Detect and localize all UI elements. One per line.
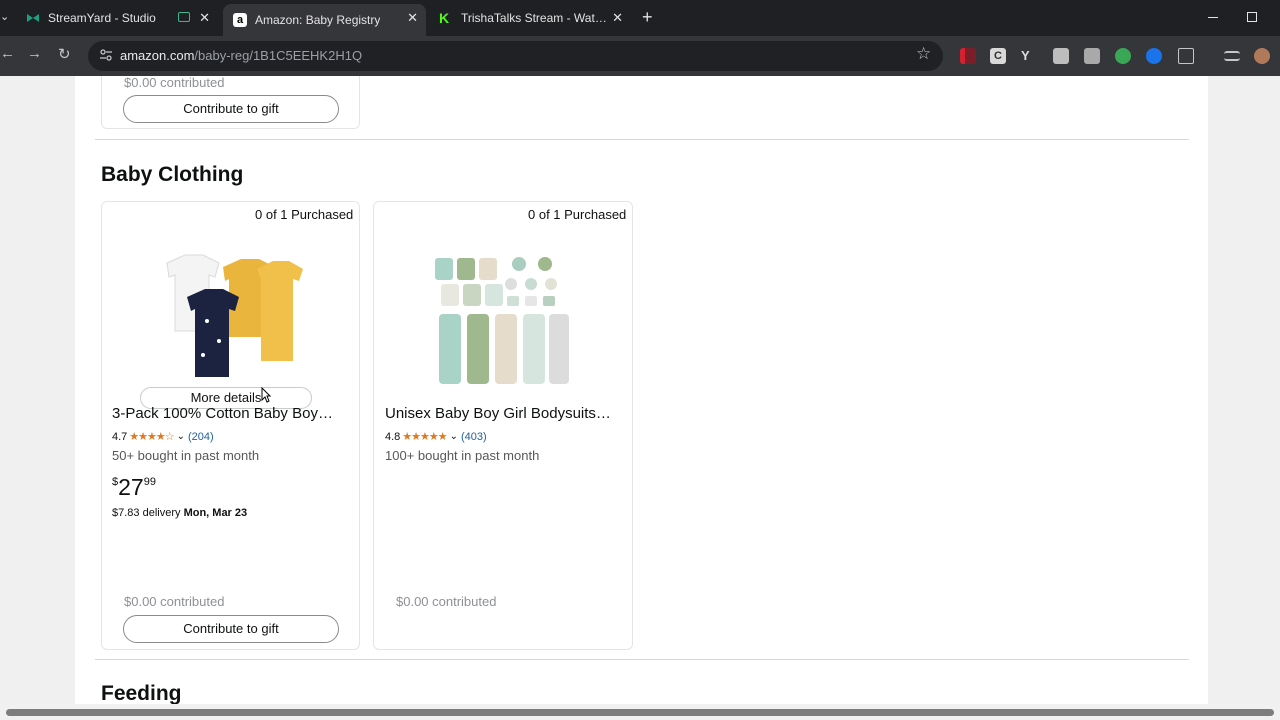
extension-grey-icon[interactable] [1053, 48, 1069, 64]
extension-red-icon[interactable] [960, 48, 976, 64]
contribute-to-gift-button[interactable]: Contribute to gift [123, 615, 339, 643]
rating-value: 4.8 [385, 430, 401, 443]
extension-grey2-icon[interactable] [1084, 48, 1100, 64]
profile-avatar[interactable] [1254, 48, 1270, 64]
horizontal-scrollbar[interactable] [0, 704, 1280, 720]
tab-amazon-registry[interactable]: a Amazon: Baby Registry ✕ [223, 4, 426, 36]
contributed-amount: $0.00 contributed [396, 594, 497, 609]
extension-blue-icon[interactable] [1146, 48, 1162, 64]
url-path: /baby-reg/1B1C5EEHK2H1Q [194, 48, 363, 63]
star-rating-icon: ★★★★★ [402, 431, 447, 443]
contributed-amount: $0.00 contributed [124, 76, 225, 90]
tab-kick-stream[interactable]: K TrishaTalks Stream - Watch Live ✕ [431, 4, 631, 32]
tab-title: StreamYard - Studio [48, 11, 156, 25]
delivery-date: Mon, Mar 23 [183, 507, 248, 519]
live-icon [178, 12, 190, 22]
product-price: $2799 [112, 474, 156, 501]
price-whole: 27 [118, 474, 144, 500]
rating-value: 4.7 [112, 430, 128, 443]
mouse-cursor-icon [261, 387, 271, 403]
product-rating[interactable]: 4.8 ★★★★★ ⌄ (403) [385, 430, 487, 444]
tab-streamyard[interactable]: StreamYard - Studio ✕ [18, 4, 218, 32]
review-count[interactable]: (403) [461, 431, 487, 443]
product-title[interactable]: 3-Pack 100% Cotton Baby Boy… [112, 405, 348, 422]
delivery-info: $7.83 delivery Mon, Mar 23 [112, 507, 247, 519]
purchased-status: 0 of 1 Purchased [528, 207, 627, 222]
streamyard-icon [26, 11, 40, 25]
delivery-cost: $7.83 delivery [112, 507, 181, 519]
price-fraction: 99 [143, 476, 156, 488]
back-icon[interactable]: ← [0, 45, 15, 62]
site-settings-icon[interactable] [100, 49, 112, 61]
extensions-puzzle-icon[interactable] [1178, 48, 1194, 64]
tab-title: Amazon: Baby Registry [255, 13, 381, 27]
bought-count: 100+ bought in past month [385, 448, 540, 463]
contributed-amount: $0.00 contributed [124, 594, 225, 609]
star-rating-icon: ★★★★☆ [129, 431, 174, 443]
contribute-to-gift-button[interactable]: Contribute to gift [123, 95, 339, 123]
minimize-icon[interactable] [1208, 17, 1218, 18]
new-tab-button[interactable]: + [642, 7, 653, 28]
reload-icon[interactable]: ↻ [58, 45, 71, 63]
page-gutter-right [1208, 76, 1280, 704]
price-symbol: $ [112, 476, 119, 488]
bought-count: 50+ bought in past month [112, 448, 260, 463]
chevron-down-icon: ⌄ [449, 431, 458, 442]
bookmark-star-icon[interactable]: ☆ [916, 44, 931, 64]
forward-icon[interactable]: → [27, 45, 42, 62]
registry-page: $0.00 contributed Contribute to gift Bab… [0, 76, 1280, 704]
product-rating[interactable]: 4.7 ★★★★☆ ⌄ (204) [112, 430, 214, 444]
next-section-title: Feeding [101, 682, 182, 704]
scrollbar-thumb[interactable] [6, 709, 1274, 716]
product-image[interactable] [431, 254, 573, 388]
close-icon[interactable]: ✕ [612, 10, 623, 26]
extension-y-icon[interactable]: Y [1021, 48, 1037, 64]
chevron-down-icon: ⌄ [176, 431, 185, 442]
media-control-icon[interactable] [1224, 51, 1240, 61]
purchased-status: 0 of 1 Purchased [255, 207, 354, 222]
close-icon[interactable]: ✕ [407, 10, 418, 26]
amazon-icon: a [233, 13, 247, 27]
tab-bar: ⌄ StreamYard - Studio ✕ a Amazon: Baby R… [0, 0, 1280, 36]
page-gutter-left [0, 76, 75, 704]
extension-green-icon[interactable] [1115, 48, 1131, 64]
address-bar[interactable]: amazon.com/baby-reg/1B1C5EEHK2H1Q [88, 41, 943, 71]
restore-icon[interactable] [1247, 12, 1257, 22]
url-domain: amazon.com [120, 48, 195, 63]
close-icon[interactable]: ✕ [199, 10, 210, 26]
section-divider [95, 659, 1189, 660]
kick-icon: K [439, 10, 450, 26]
product-image[interactable] [157, 251, 307, 387]
product-title[interactable]: Unisex Baby Boy Girl Bodysuits… [385, 405, 621, 422]
section-title: Baby Clothing [101, 163, 244, 186]
extension-c-icon[interactable]: C [990, 48, 1006, 64]
browser-toolbar: ← → ↻ amazon.com/baby-reg/1B1C5EEHK2H1Q … [0, 36, 1280, 76]
tab-title: TrishaTalks Stream - Watch Live [461, 11, 611, 25]
tab-search-chevron-icon[interactable]: ⌄ [0, 10, 9, 23]
review-count[interactable]: (204) [188, 431, 214, 443]
section-divider [95, 139, 1189, 140]
